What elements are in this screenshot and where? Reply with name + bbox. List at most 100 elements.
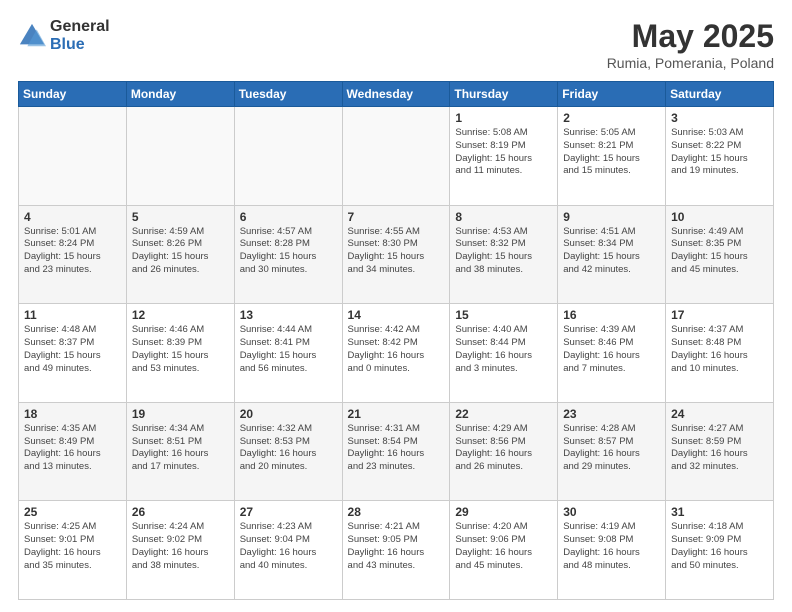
- day-info: Sunrise: 4:57 AM Sunset: 8:28 PM Dayligh…: [240, 226, 337, 277]
- col-friday: Friday: [558, 82, 666, 107]
- day-info: Sunrise: 4:34 AM Sunset: 8:51 PM Dayligh…: [132, 423, 229, 474]
- table-row: 2Sunrise: 5:05 AM Sunset: 8:21 PM Daylig…: [558, 107, 666, 206]
- calendar-week-row: 4 Sunrise: 5:01 AM Sunset: 8:24 PM Daylig…: [19, 205, 774, 304]
- table-row: 9Sunrise: 4:51 AM Sunset: 8:34 PM Daylig…: [558, 205, 666, 304]
- table-row: 19 Sunrise: 4:34 AM Sunset: 8:51 PM Dayli…: [126, 402, 234, 501]
- day-number: 14: [348, 308, 445, 322]
- day-info: Sunrise: 4:39 AM Sunset: 8:46 PM Dayligh…: [563, 324, 660, 375]
- day-info: Sunrise: 5:01 AM Sunset: 8:24 PM Dayligh…: [24, 226, 121, 277]
- table-row: 18 Sunrise: 4:35 AM Sunset: 8:49 PM Dayli…: [19, 402, 127, 501]
- logo-blue-text: Blue: [50, 36, 110, 54]
- day-number: 23: [563, 407, 660, 421]
- logo-icon: [18, 22, 46, 50]
- col-tuesday: Tuesday: [234, 82, 342, 107]
- day-number: 6: [240, 210, 337, 224]
- day-info: Sunrise: 4:37 AM Sunset: 8:48 PM Dayligh…: [671, 324, 768, 375]
- table-row: 22 Sunrise: 4:29 AM Sunset: 8:56 PM Dayli…: [450, 402, 558, 501]
- table-row: 20 Sunrise: 4:32 AM Sunset: 8:53 PM Dayli…: [234, 402, 342, 501]
- calendar-week-row: 1 Sunrise: 5:08 AM Sunset: 8:19 PM Daylig…: [19, 107, 774, 206]
- table-row: [126, 107, 234, 206]
- day-number: 30: [563, 505, 660, 519]
- day-number: 7: [348, 210, 445, 224]
- day-number: 28: [348, 505, 445, 519]
- day-number: 22: [455, 407, 552, 421]
- table-row: 31 Sunrise: 4:18 AM Sunset: 9:09 PM Dayli…: [666, 501, 774, 600]
- day-number: 17: [671, 308, 768, 322]
- table-row: 5 Sunrise: 4:59 AM Sunset: 8:26 PM Daylig…: [126, 205, 234, 304]
- calendar-table: Sunday Monday Tuesday Wednesday Thursday…: [18, 81, 774, 600]
- day-number: 8: [455, 210, 552, 224]
- table-row: 24Sunrise: 4:27 AM Sunset: 8:59 PM Dayli…: [666, 402, 774, 501]
- table-row: [342, 107, 450, 206]
- day-info: Sunrise: 4:21 AM Sunset: 9:05 PM Dayligh…: [348, 521, 445, 572]
- day-info: Sunrise: 4:19 AM Sunset: 9:08 PM Dayligh…: [563, 521, 660, 572]
- day-info: Sunrise: 4:28 AM Sunset: 8:57 PM Dayligh…: [563, 423, 660, 474]
- table-row: 28 Sunrise: 4:21 AM Sunset: 9:05 PM Dayli…: [342, 501, 450, 600]
- day-info: Sunrise: 4:31 AM Sunset: 8:54 PM Dayligh…: [348, 423, 445, 474]
- table-row: 21Sunrise: 4:31 AM Sunset: 8:54 PM Dayli…: [342, 402, 450, 501]
- table-row: 16 Sunrise: 4:39 AM Sunset: 8:46 PM Dayli…: [558, 304, 666, 403]
- day-info: Sunrise: 4:48 AM Sunset: 8:37 PM Dayligh…: [24, 324, 121, 375]
- day-info: Sunrise: 4:25 AM Sunset: 9:01 PM Dayligh…: [24, 521, 121, 572]
- day-number: 11: [24, 308, 121, 322]
- logo-text: General Blue: [50, 18, 110, 53]
- table-row: 8 Sunrise: 4:53 AM Sunset: 8:32 PM Daylig…: [450, 205, 558, 304]
- table-row: [234, 107, 342, 206]
- day-info: Sunrise: 4:49 AM Sunset: 8:35 PM Dayligh…: [671, 226, 768, 277]
- day-number: 19: [132, 407, 229, 421]
- day-number: 16: [563, 308, 660, 322]
- calendar-week-row: 25 Sunrise: 4:25 AM Sunset: 9:01 PM Dayli…: [19, 501, 774, 600]
- day-info: Sunrise: 4:29 AM Sunset: 8:56 PM Dayligh…: [455, 423, 552, 474]
- table-row: 29Sunrise: 4:20 AM Sunset: 9:06 PM Dayli…: [450, 501, 558, 600]
- table-row: 15Sunrise: 4:40 AM Sunset: 8:44 PM Dayli…: [450, 304, 558, 403]
- day-number: 3: [671, 111, 768, 125]
- day-number: 4: [24, 210, 121, 224]
- day-info: Sunrise: 4:18 AM Sunset: 9:09 PM Dayligh…: [671, 521, 768, 572]
- day-number: 10: [671, 210, 768, 224]
- table-row: 3 Sunrise: 5:03 AM Sunset: 8:22 PM Daylig…: [666, 107, 774, 206]
- day-info: Sunrise: 4:42 AM Sunset: 8:42 PM Dayligh…: [348, 324, 445, 375]
- col-saturday: Saturday: [666, 82, 774, 107]
- col-wednesday: Wednesday: [342, 82, 450, 107]
- day-number: 26: [132, 505, 229, 519]
- day-info: Sunrise: 5:05 AM Sunset: 8:21 PM Dayligh…: [563, 127, 660, 178]
- day-info: Sunrise: 4:59 AM Sunset: 8:26 PM Dayligh…: [132, 226, 229, 277]
- calendar-week-row: 11 Sunrise: 4:48 AM Sunset: 8:37 PM Dayli…: [19, 304, 774, 403]
- table-row: 6 Sunrise: 4:57 AM Sunset: 8:28 PM Daylig…: [234, 205, 342, 304]
- day-number: 1: [455, 111, 552, 125]
- day-number: 12: [132, 308, 229, 322]
- table-row: 17 Sunrise: 4:37 AM Sunset: 8:48 PM Dayli…: [666, 304, 774, 403]
- table-row: 1 Sunrise: 5:08 AM Sunset: 8:19 PM Daylig…: [450, 107, 558, 206]
- table-row: [19, 107, 127, 206]
- day-number: 18: [24, 407, 121, 421]
- day-info: Sunrise: 4:27 AM Sunset: 8:59 PM Dayligh…: [671, 423, 768, 474]
- col-monday: Monday: [126, 82, 234, 107]
- day-number: 20: [240, 407, 337, 421]
- logo-general-text: General: [50, 18, 110, 36]
- day-info: Sunrise: 4:32 AM Sunset: 8:53 PM Dayligh…: [240, 423, 337, 474]
- day-info: Sunrise: 5:03 AM Sunset: 8:22 PM Dayligh…: [671, 127, 768, 178]
- day-number: 25: [24, 505, 121, 519]
- day-info: Sunrise: 4:53 AM Sunset: 8:32 PM Dayligh…: [455, 226, 552, 277]
- day-info: Sunrise: 4:46 AM Sunset: 8:39 PM Dayligh…: [132, 324, 229, 375]
- table-row: 25 Sunrise: 4:25 AM Sunset: 9:01 PM Dayli…: [19, 501, 127, 600]
- table-row: 27Sunrise: 4:23 AM Sunset: 9:04 PM Dayli…: [234, 501, 342, 600]
- table-row: 12 Sunrise: 4:46 AM Sunset: 8:39 PM Dayli…: [126, 304, 234, 403]
- day-number: 27: [240, 505, 337, 519]
- logo: General Blue: [18, 18, 110, 53]
- table-row: 26 Sunrise: 4:24 AM Sunset: 9:02 PM Dayli…: [126, 501, 234, 600]
- table-row: 23 Sunrise: 4:28 AM Sunset: 8:57 PM Dayli…: [558, 402, 666, 501]
- title-block: May 2025 Rumia, Pomerania, Poland: [607, 18, 774, 71]
- table-row: 11 Sunrise: 4:48 AM Sunset: 8:37 PM Dayli…: [19, 304, 127, 403]
- day-info: Sunrise: 4:20 AM Sunset: 9:06 PM Dayligh…: [455, 521, 552, 572]
- day-info: Sunrise: 4:55 AM Sunset: 8:30 PM Dayligh…: [348, 226, 445, 277]
- day-info: Sunrise: 5:08 AM Sunset: 8:19 PM Dayligh…: [455, 127, 552, 178]
- day-info: Sunrise: 4:44 AM Sunset: 8:41 PM Dayligh…: [240, 324, 337, 375]
- day-info: Sunrise: 4:24 AM Sunset: 9:02 PM Dayligh…: [132, 521, 229, 572]
- subtitle: Rumia, Pomerania, Poland: [607, 55, 774, 71]
- day-info: Sunrise: 4:40 AM Sunset: 8:44 PM Dayligh…: [455, 324, 552, 375]
- col-thursday: Thursday: [450, 82, 558, 107]
- day-number: 31: [671, 505, 768, 519]
- day-number: 5: [132, 210, 229, 224]
- day-info: Sunrise: 4:35 AM Sunset: 8:49 PM Dayligh…: [24, 423, 121, 474]
